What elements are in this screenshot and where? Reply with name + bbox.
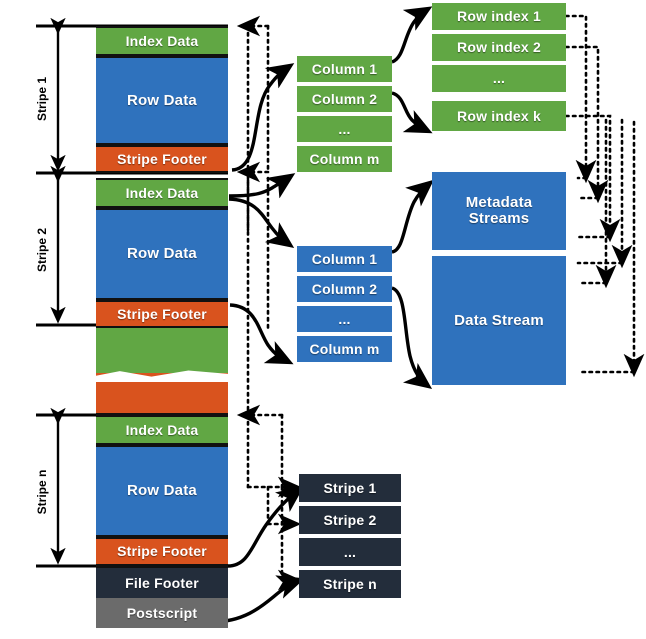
row-column-m[interactable]: Column m	[297, 336, 392, 362]
postscript[interactable]: Postscript	[96, 598, 228, 628]
stripe-1-bracket-label: Stripe 1	[35, 77, 49, 122]
dotted-return-lines	[236, 15, 302, 591]
row-column-2[interactable]: Column 2	[297, 276, 392, 302]
footer-stripe-n[interactable]: Stripe n	[299, 570, 401, 598]
file-footer[interactable]: File Footer	[96, 566, 228, 598]
orc-file-format-diagram: Index Data Row Data Stripe Footer Index …	[0, 0, 646, 639]
stripe-2-row-data[interactable]: Row Data	[96, 208, 228, 300]
footer-stripe-1[interactable]: Stripe 1	[299, 474, 401, 502]
stripe-2-index-data[interactable]: Index Data	[96, 178, 228, 208]
stripe-n-bracket-label: Stripe n	[35, 469, 49, 515]
index-data-to-columns-arrows	[228, 63, 296, 365]
index-column-m[interactable]: Column m	[297, 146, 392, 172]
stripe-n-row-data[interactable]: Row Data	[96, 445, 228, 537]
file-break-green	[96, 328, 228, 378]
row-column-ellipsis[interactable]: ...	[297, 306, 392, 332]
footer-stripe-2[interactable]: Stripe 2	[299, 506, 401, 534]
metadata-streams[interactable]: Metadata Streams	[432, 172, 566, 250]
row-index-2[interactable]: Row index 2	[432, 34, 566, 61]
stripe-2-stripe-footer[interactable]: Stripe Footer	[96, 300, 228, 328]
index-column-1[interactable]: Column 1	[297, 56, 392, 82]
data-stream[interactable]: Data Stream	[432, 256, 566, 385]
row-index-k[interactable]: Row index k	[432, 101, 566, 131]
index-column-2[interactable]: Column 2	[297, 86, 392, 112]
row-index-1[interactable]: Row index 1	[432, 3, 566, 30]
index-column-ellipsis[interactable]: ...	[297, 116, 392, 142]
row-index-ellipsis[interactable]: ...	[432, 65, 566, 92]
stripe-1-stripe-footer[interactable]: Stripe Footer	[96, 145, 228, 173]
footer-stripe-ellipsis[interactable]: ...	[299, 538, 401, 566]
row-column-1[interactable]: Column 1	[297, 246, 392, 272]
column-to-stream-arrows	[391, 179, 434, 390]
stripe-1-index-data[interactable]: Index Data	[96, 26, 228, 56]
stripe-2-bracket-label: Stripe 2	[35, 228, 49, 273]
stripe-1-row-data[interactable]: Row Data	[96, 56, 228, 145]
stripe-n-stripe-footer[interactable]: Stripe Footer	[96, 537, 228, 566]
column-to-rowindex-arrows	[391, 6, 433, 134]
stripe-n-index-data[interactable]: Index Data	[96, 415, 228, 445]
dotted-feedback-rails	[564, 14, 645, 378]
